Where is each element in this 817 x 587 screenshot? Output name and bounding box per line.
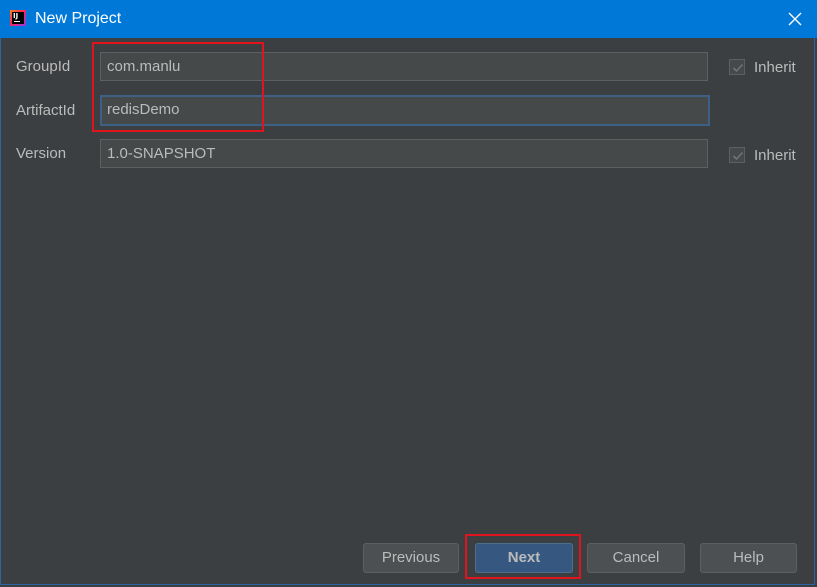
cancel-button[interactable]: Cancel	[587, 543, 685, 573]
version-input[interactable]: 1.0-SNAPSHOT	[100, 139, 708, 168]
version-label: Version	[16, 145, 67, 162]
inherit-label: Inherit	[754, 147, 796, 164]
checkbox[interactable]	[729, 147, 745, 163]
help-button[interactable]: Help	[700, 543, 797, 573]
artifact-id-label: ArtifactId	[16, 102, 76, 119]
intellij-idea-icon: IJ	[10, 10, 26, 26]
close-button[interactable]	[780, 5, 810, 33]
annotation-highlight	[92, 42, 264, 132]
title-bar: IJ New Project	[0, 0, 817, 38]
next-button[interactable]: Next	[475, 543, 573, 573]
checkmark-icon	[732, 63, 744, 73]
checkmark-icon	[732, 151, 744, 161]
close-icon	[788, 12, 802, 26]
inherit-label: Inherit	[754, 59, 796, 76]
group-id-label: GroupId	[16, 58, 71, 75]
previous-button[interactable]: Previous	[363, 543, 459, 573]
window-title: New Project	[35, 10, 122, 27]
checkbox[interactable]	[729, 59, 745, 75]
